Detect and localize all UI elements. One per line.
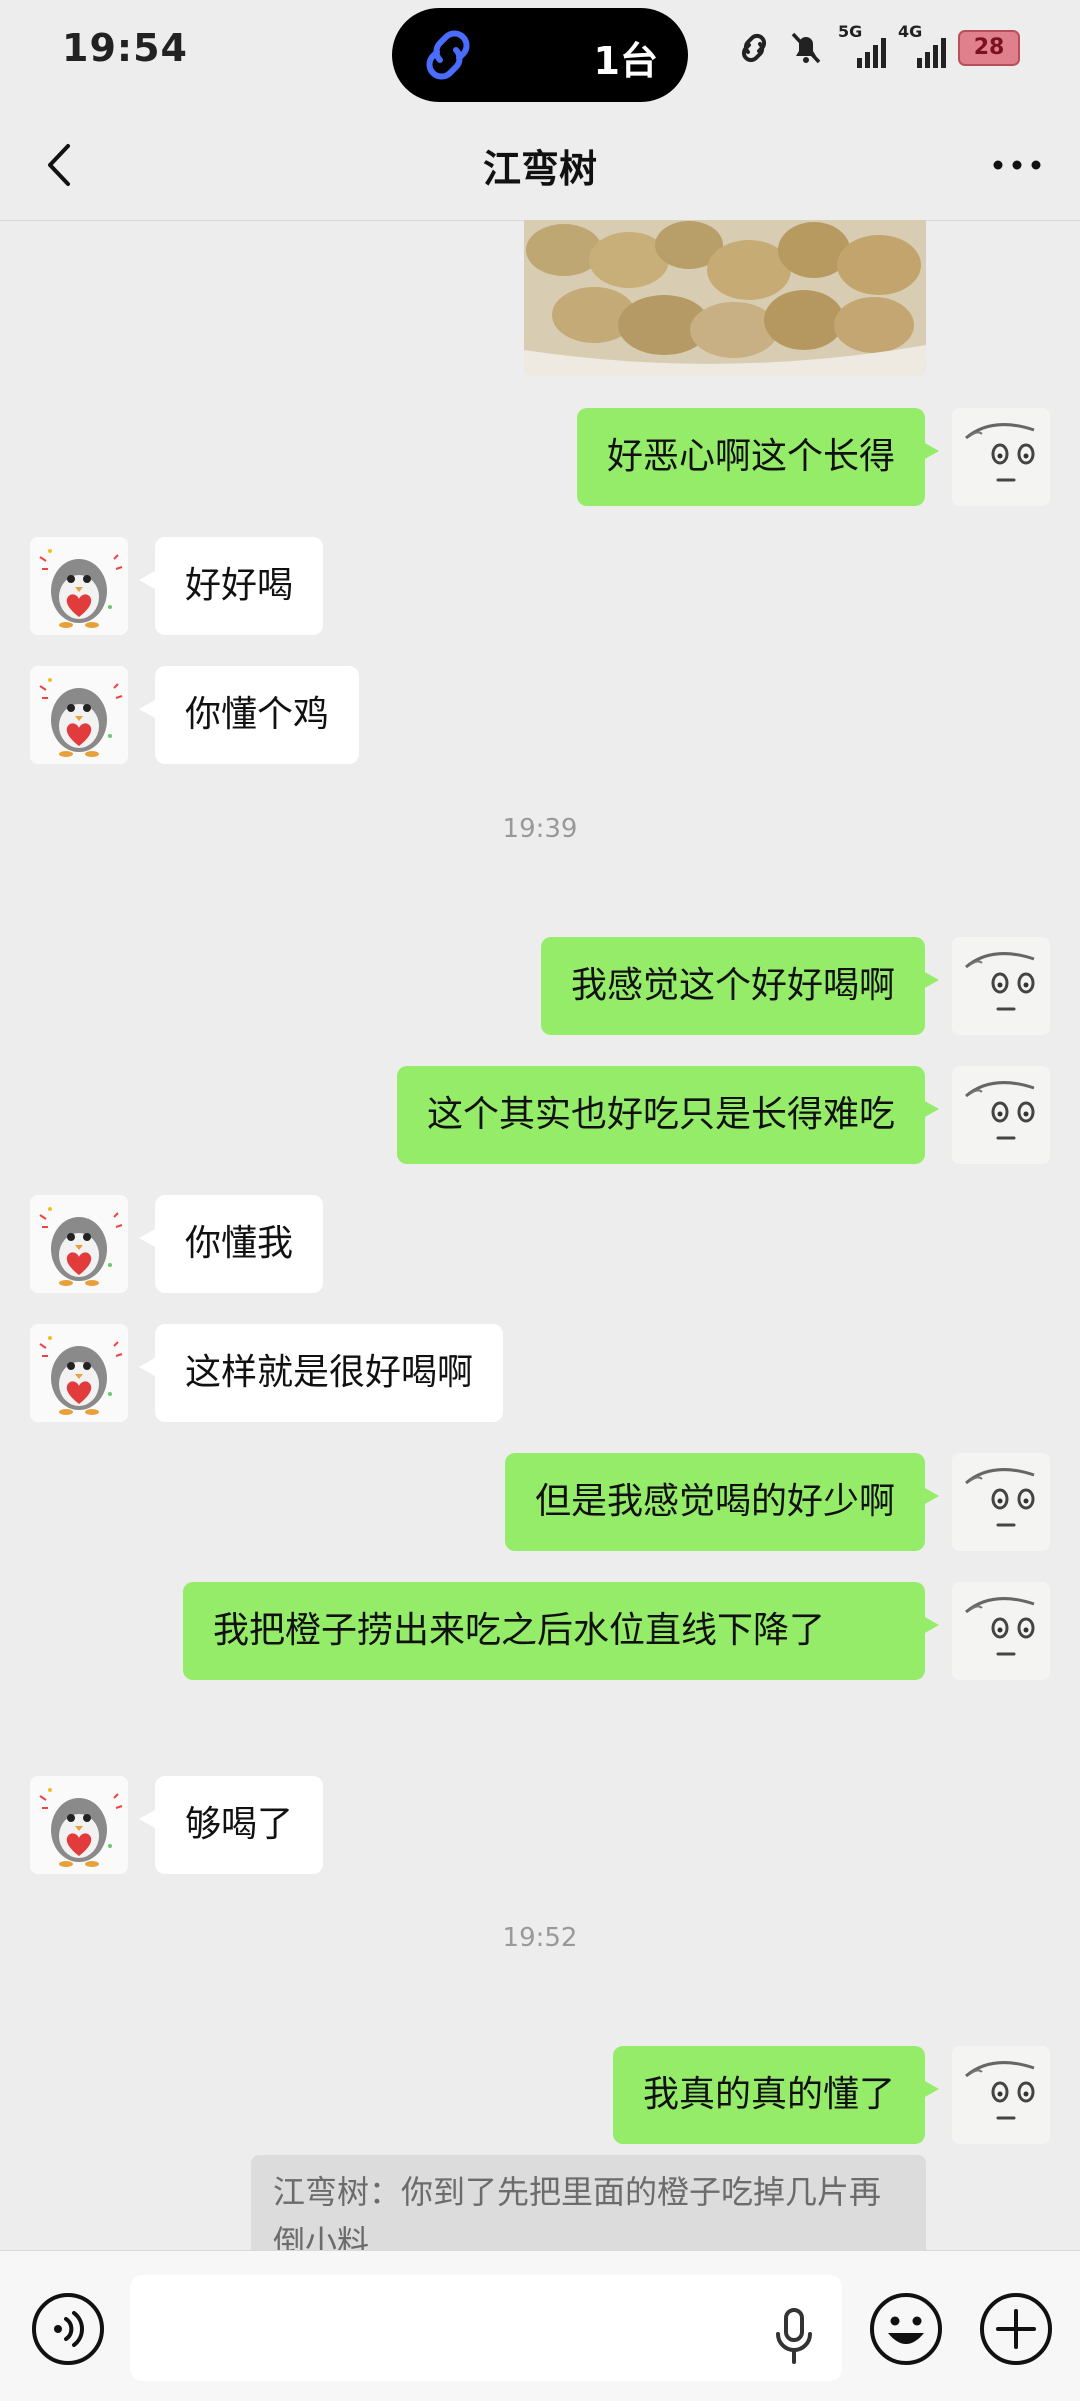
quoted-text: 江弯树：你到了先把里面的橙子吃掉几片再倒小料 [273, 2173, 882, 2250]
my-avatar[interactable] [952, 937, 1050, 1035]
timestamp: 19:52 [502, 1923, 578, 1953]
my-avatar[interactable] [952, 1066, 1050, 1164]
my-avatar[interactable] [952, 2046, 1050, 2144]
contact-avatar[interactable] [30, 1195, 128, 1293]
link-status-icon [741, 33, 767, 63]
link-icon [426, 30, 470, 80]
contact-message-bubble[interactable]: 好好喝 [138, 537, 324, 635]
my-message-bubble[interactable]: 我真的真的懂了 [612, 2046, 940, 2144]
contact-avatar[interactable] [30, 1324, 128, 1422]
mute-bell-icon [791, 32, 821, 64]
my-message-bubble[interactable]: 我把橙子捞出来吃之后水位直线下降了 [183, 1582, 939, 1680]
input-bar [0, 2250, 1080, 2401]
status-time: 19:54 [62, 26, 188, 70]
chat-title: 江弯树 [482, 147, 597, 191]
back-icon[interactable] [34, 138, 88, 192]
plus-icon[interactable] [978, 2291, 1054, 2367]
status-bar: 19:54 1台 5G 4G 28 [0, 0, 1080, 110]
contact-message-bubble[interactable]: 你懂个鸡 [138, 666, 360, 764]
contact-message-bubble[interactable]: 够喝了 [138, 1776, 324, 1874]
my-message-bubble[interactable]: 好恶心啊这个长得 [576, 408, 940, 506]
my-message-bubble[interactable]: 这个其实也好吃只是长得难吃 [396, 1066, 940, 1164]
microphone-icon[interactable] [770, 2306, 818, 2366]
contact-avatar[interactable] [30, 537, 128, 635]
image-message[interactable] [524, 220, 926, 376]
more-icon[interactable] [984, 138, 1050, 192]
voice-mode-icon[interactable] [30, 2291, 106, 2367]
quoted-message[interactable]: 江弯树：你到了先把里面的橙子吃掉几片再倒小料 [251, 2155, 926, 2250]
my-message-bubble[interactable]: 但是我感觉喝的好少啊 [504, 1453, 940, 1551]
signal-5g: 5G [838, 22, 886, 68]
emoji-icon[interactable] [868, 2291, 944, 2367]
my-avatar[interactable] [952, 408, 1050, 506]
battery-level: 28 [958, 30, 1020, 66]
my-avatar[interactable] [952, 1453, 1050, 1551]
signal-4g: 4G [898, 22, 946, 68]
island-count: 1台 [593, 39, 658, 83]
contact-message-bubble[interactable]: 你懂我 [138, 1195, 324, 1293]
my-avatar[interactable] [952, 1582, 1050, 1680]
contact-message-bubble[interactable]: 这样就是很好喝啊 [138, 1324, 504, 1422]
status-icons: 5G 4G 28 [734, 22, 1020, 70]
chat-area[interactable]: 好恶心啊这个长得 好好喝 你懂个鸡 19:39 我感觉这个好好喝啊 这个其实也好… [0, 220, 1080, 2250]
contact-avatar[interactable] [30, 1776, 128, 1874]
contact-avatar[interactable] [30, 666, 128, 764]
dynamic-island[interactable]: 1台 [392, 8, 688, 102]
message-input[interactable] [130, 2275, 842, 2381]
chat-header: 江弯树 [0, 110, 1080, 221]
timestamp: 19:39 [502, 814, 578, 844]
my-message-bubble[interactable]: 我感觉这个好好喝啊 [540, 937, 940, 1035]
